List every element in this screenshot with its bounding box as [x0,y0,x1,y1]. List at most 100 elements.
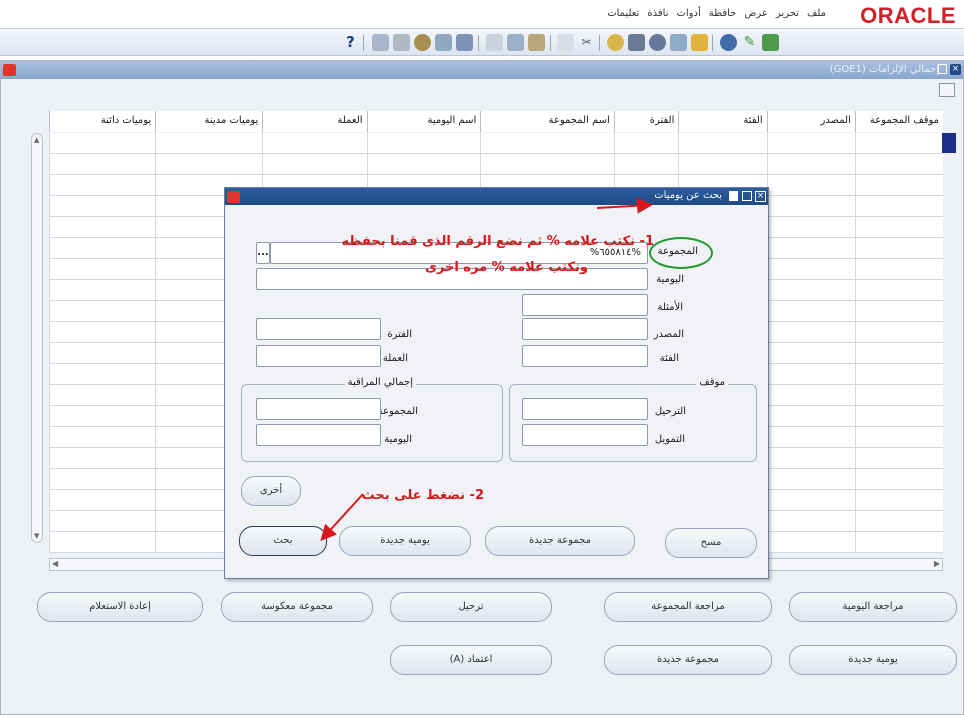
table-cell[interactable] [854,532,943,552]
table-cell[interactable] [49,469,156,489]
table-cell[interactable] [854,322,943,342]
table-cell[interactable] [766,133,855,153]
table-cell[interactable] [49,301,156,321]
table-cell[interactable] [854,280,943,300]
table-cell[interactable] [49,175,156,195]
table-cell[interactable] [854,406,943,426]
table-cell[interactable] [766,448,855,468]
save-icon[interactable]: ✎ [741,34,758,51]
new-batch-button[interactable]: مجموعة جديدة [604,645,772,675]
requery-button[interactable]: إعادة الاستعلام [37,592,203,622]
table-cell[interactable] [366,133,481,153]
menu-folder[interactable]: حافظة [709,8,737,19]
table-cell[interactable] [614,133,679,153]
table-cell[interactable] [49,511,156,531]
table-cell[interactable] [49,280,156,300]
table-cell[interactable] [854,133,943,153]
review-journal-button[interactable]: مراجعة اليومية [789,592,957,622]
table-cell[interactable] [854,385,943,405]
table-cell[interactable] [766,427,855,447]
table-cell[interactable] [49,154,156,174]
table-cell[interactable] [854,427,943,447]
table-cell[interactable] [766,280,855,300]
table-cell[interactable] [49,427,156,447]
navigator-icon[interactable] [670,34,687,51]
table-cell[interactable] [854,238,943,258]
table-cell[interactable] [366,154,481,174]
table-cell[interactable] [766,196,855,216]
table-cell[interactable] [854,490,943,510]
attach-icon[interactable] [393,34,410,51]
table-cell[interactable] [766,469,855,489]
help-icon[interactable]: ? [342,34,359,51]
table-cell[interactable] [155,154,263,174]
review-batch-button[interactable]: مراجعة المجموعة [604,592,772,622]
table-cell[interactable] [678,154,767,174]
table-cell[interactable] [766,343,855,363]
table-cell[interactable] [854,448,943,468]
table-cell[interactable] [854,259,943,279]
vertical-scrollbar[interactable]: ▲ ▼ [31,133,43,543]
new-journal-button[interactable]: يومية جديدة [789,645,957,675]
zoom-icon[interactable] [649,34,666,51]
table-cell[interactable] [766,301,855,321]
table-row[interactable] [49,154,943,175]
table-cell[interactable] [766,259,855,279]
post-button[interactable]: ترحيل [390,592,552,622]
translate-icon[interactable] [628,34,645,51]
maximize-icon[interactable] [938,64,947,74]
cut-icon[interactable]: ✂ [578,34,595,51]
table-cell[interactable] [480,154,614,174]
table-cell[interactable] [854,154,943,174]
menu-tools[interactable]: أدوات [676,8,700,19]
table-cell[interactable] [854,175,943,195]
table-cell[interactable] [766,154,855,174]
table-cell[interactable] [854,301,943,321]
table-cell[interactable] [49,448,156,468]
table-cell[interactable] [49,259,156,279]
table-cell[interactable] [49,238,156,258]
menu-help[interactable]: تعليمات [607,8,639,19]
table-cell[interactable] [49,385,156,405]
table-cell[interactable] [766,322,855,342]
table-cell[interactable] [614,154,679,174]
folder-tools-icon[interactable] [939,83,955,97]
table-cell[interactable] [854,343,943,363]
edit-field-icon[interactable] [456,34,473,51]
menu-view[interactable]: عرض [744,8,768,19]
table-cell[interactable] [49,490,156,510]
copy-icon[interactable] [557,34,574,51]
table-cell[interactable] [854,364,943,384]
table-cell[interactable] [766,217,855,237]
table-cell[interactable] [766,490,855,510]
paste-icon[interactable] [528,34,545,51]
table-cell[interactable] [766,406,855,426]
folder-icon[interactable] [414,34,431,51]
table-cell[interactable] [766,532,855,552]
table-cell[interactable] [766,364,855,384]
table-cell[interactable] [49,217,156,237]
find-icon[interactable] [435,34,452,51]
new-icon[interactable] [762,34,779,51]
table-cell[interactable] [854,469,943,489]
table-cell[interactable] [49,364,156,384]
table-cell[interactable] [49,343,156,363]
reverse-batch-button[interactable]: مجموعة معكوسة [221,592,373,622]
table-cell[interactable] [766,238,855,258]
table-cell[interactable] [854,511,943,531]
table-cell[interactable] [155,133,263,153]
table-cell[interactable] [766,511,855,531]
menu-window[interactable]: نافذة [647,8,668,19]
close-icon[interactable]: × [950,64,961,75]
table-row[interactable] [49,133,943,154]
delete-record-icon[interactable] [486,34,503,51]
menu-edit[interactable]: تحرير [776,8,799,19]
table-cell[interactable] [49,406,156,426]
attachment-icon[interactable] [607,34,624,51]
table-cell[interactable] [480,133,614,153]
approve-button[interactable]: اعتماد (A) [390,645,552,675]
table-cell[interactable] [49,196,156,216]
table-cell[interactable] [49,532,156,552]
table-cell[interactable] [854,217,943,237]
print-icon[interactable] [720,34,737,51]
